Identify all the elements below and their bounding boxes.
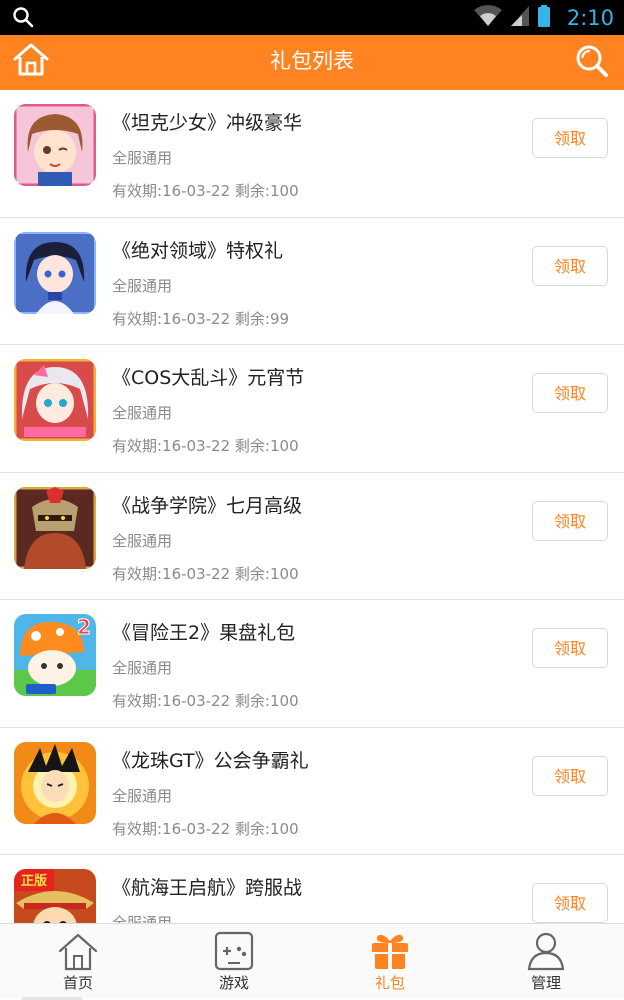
game-thumbnail: 2 <box>14 614 96 696</box>
claim-button[interactable]: 领取 <box>532 883 608 923</box>
game-thumbnail <box>14 231 96 314</box>
status-bar: 2:10 <box>0 0 624 35</box>
gift-list: 《坦克少女》冲级豪华 全服通用 有效期:16-03-22 剩余:100 领取 《… <box>0 90 624 923</box>
gamepad-icon <box>214 931 254 971</box>
list-item: 《龙珠GT》公会争霸礼 全服通用 有效期:16-03-22 剩余:100 领取 <box>0 728 624 855</box>
user-icon <box>527 932 565 971</box>
page-title: 礼包列表 <box>270 49 354 73</box>
gift-validity: 有效期:16-03-22 <box>112 692 231 710</box>
tab-gifts[interactable]: 礼包 <box>312 924 468 999</box>
gift-validity: 有效期:16-03-22 <box>112 819 231 838</box>
gift-meta: 有效期:16-03-22 剩余:100 <box>112 690 299 711</box>
game-thumbnail <box>14 741 96 824</box>
list-item: 《COS大乱斗》元宵节 全服通用 有效期:16-03-22 剩余:100 领取 <box>0 345 624 473</box>
tab-home-label: 首页 <box>62 974 93 992</box>
gift-meta: 有效期:16-03-22 剩余:100 <box>112 563 299 584</box>
gift-title: 《航海王启航》跨服战 <box>112 877 303 899</box>
gift-scope: 全服通用 <box>112 276 173 295</box>
gift-title: 《COS大乱斗》元宵节 <box>112 367 305 389</box>
search-button[interactable] <box>574 43 610 83</box>
gift-meta: 有效期:16-03-22 剩余:100 <box>112 818 299 839</box>
gift-remaining: 剩余:100 <box>234 564 299 583</box>
gift-title: 《冒险王2》果盘礼包 <box>112 622 296 644</box>
gift-scope: 全服通用 <box>112 659 173 677</box>
gift-title: 《绝对领域》特权礼 <box>112 239 284 262</box>
gift-remaining: 剩余:100 <box>234 182 299 200</box>
signal-icon <box>509 4 531 32</box>
claim-button[interactable]: 领取 <box>532 628 608 668</box>
status-time: 2:10 <box>566 5 614 30</box>
gift-title: 《龙珠GT》公会争霸礼 <box>112 749 309 772</box>
list-item: 《坦克少女》冲级豪华 全服通用 有效期:16-03-22 剩余:100 领取 <box>0 90 624 218</box>
claim-button[interactable]: 领取 <box>532 245 608 286</box>
gift-validity: 有效期:16-03-22 <box>112 564 231 583</box>
claim-button[interactable]: 领取 <box>532 118 608 158</box>
game-thumbnail: 正版 <box>14 869 96 923</box>
list-item: 《绝对领域》特权礼 全服通用 有效期:16-03-22 剩余:99 领取 <box>0 218 624 345</box>
gift-meta: 有效期:16-03-22 剩余:99 <box>112 308 289 329</box>
search-icon <box>576 45 608 77</box>
tab-games[interactable]: 游戏 <box>156 924 312 999</box>
tab-home[interactable]: 首页 <box>0 924 156 999</box>
gift-scope: 全服通用 <box>112 531 173 550</box>
home-icon <box>58 933 98 971</box>
thumb-badge-official: 正版 <box>21 873 47 889</box>
gift-validity: 有效期:16-03-22 <box>112 309 231 328</box>
bottom-nav: 首页 游戏 礼包 管理 <box>0 923 624 1000</box>
gift-validity: 有效期:16-03-22 <box>112 437 231 455</box>
list-item: 2 《冒险王2》果盘礼包 全服通用 有效期:16-03-22 剩余:100 领取 <box>0 600 624 728</box>
claim-button[interactable]: 领取 <box>532 500 608 541</box>
gift-remaining: 剩余:99 <box>234 309 290 328</box>
game-thumbnail <box>14 486 96 569</box>
battery-icon <box>537 4 551 32</box>
game-thumbnail <box>14 104 96 186</box>
thumb-badge-2: 2 <box>77 615 91 639</box>
gift-title: 《坦克少女》冲级豪华 <box>112 112 303 134</box>
game-thumbnail <box>14 359 96 441</box>
claim-button[interactable]: 领取 <box>532 373 608 413</box>
gift-validity: 有效期:16-03-22 <box>112 182 231 200</box>
gift-scope: 全服通用 <box>112 786 173 805</box>
claim-button[interactable]: 领取 <box>532 755 608 796</box>
gift-meta: 有效期:16-03-22 剩余:100 <box>112 180 299 201</box>
list-item: 正版 《航海王启航》跨服战 全服通用 领取 <box>0 855 624 923</box>
gift-scope: 全服通用 <box>112 149 173 167</box>
gift-remaining: 剩余:100 <box>234 437 299 455</box>
app-header: 礼包列表 <box>0 35 624 90</box>
gift-title: 《战争学院》七月高级 <box>112 494 303 517</box>
gift-scope: 全服通用 <box>112 404 173 422</box>
gift-icon <box>372 934 408 969</box>
status-search-icon <box>12 6 34 32</box>
tab-games-label: 游戏 <box>218 974 249 992</box>
tab-gifts-label: 礼包 <box>374 974 405 992</box>
tab-manage-label: 管理 <box>530 974 561 992</box>
gift-remaining: 剩余:100 <box>234 692 299 710</box>
tab-manage[interactable]: 管理 <box>468 924 624 999</box>
gift-remaining: 剩余:100 <box>234 819 299 838</box>
gift-scope: 全服通用 <box>112 914 173 923</box>
gift-meta: 有效期:16-03-22 剩余:100 <box>112 435 299 456</box>
wifi-icon <box>473 4 503 32</box>
list-item: 《战争学院》七月高级 全服通用 有效期:16-03-22 剩余:100 领取 <box>0 473 624 600</box>
